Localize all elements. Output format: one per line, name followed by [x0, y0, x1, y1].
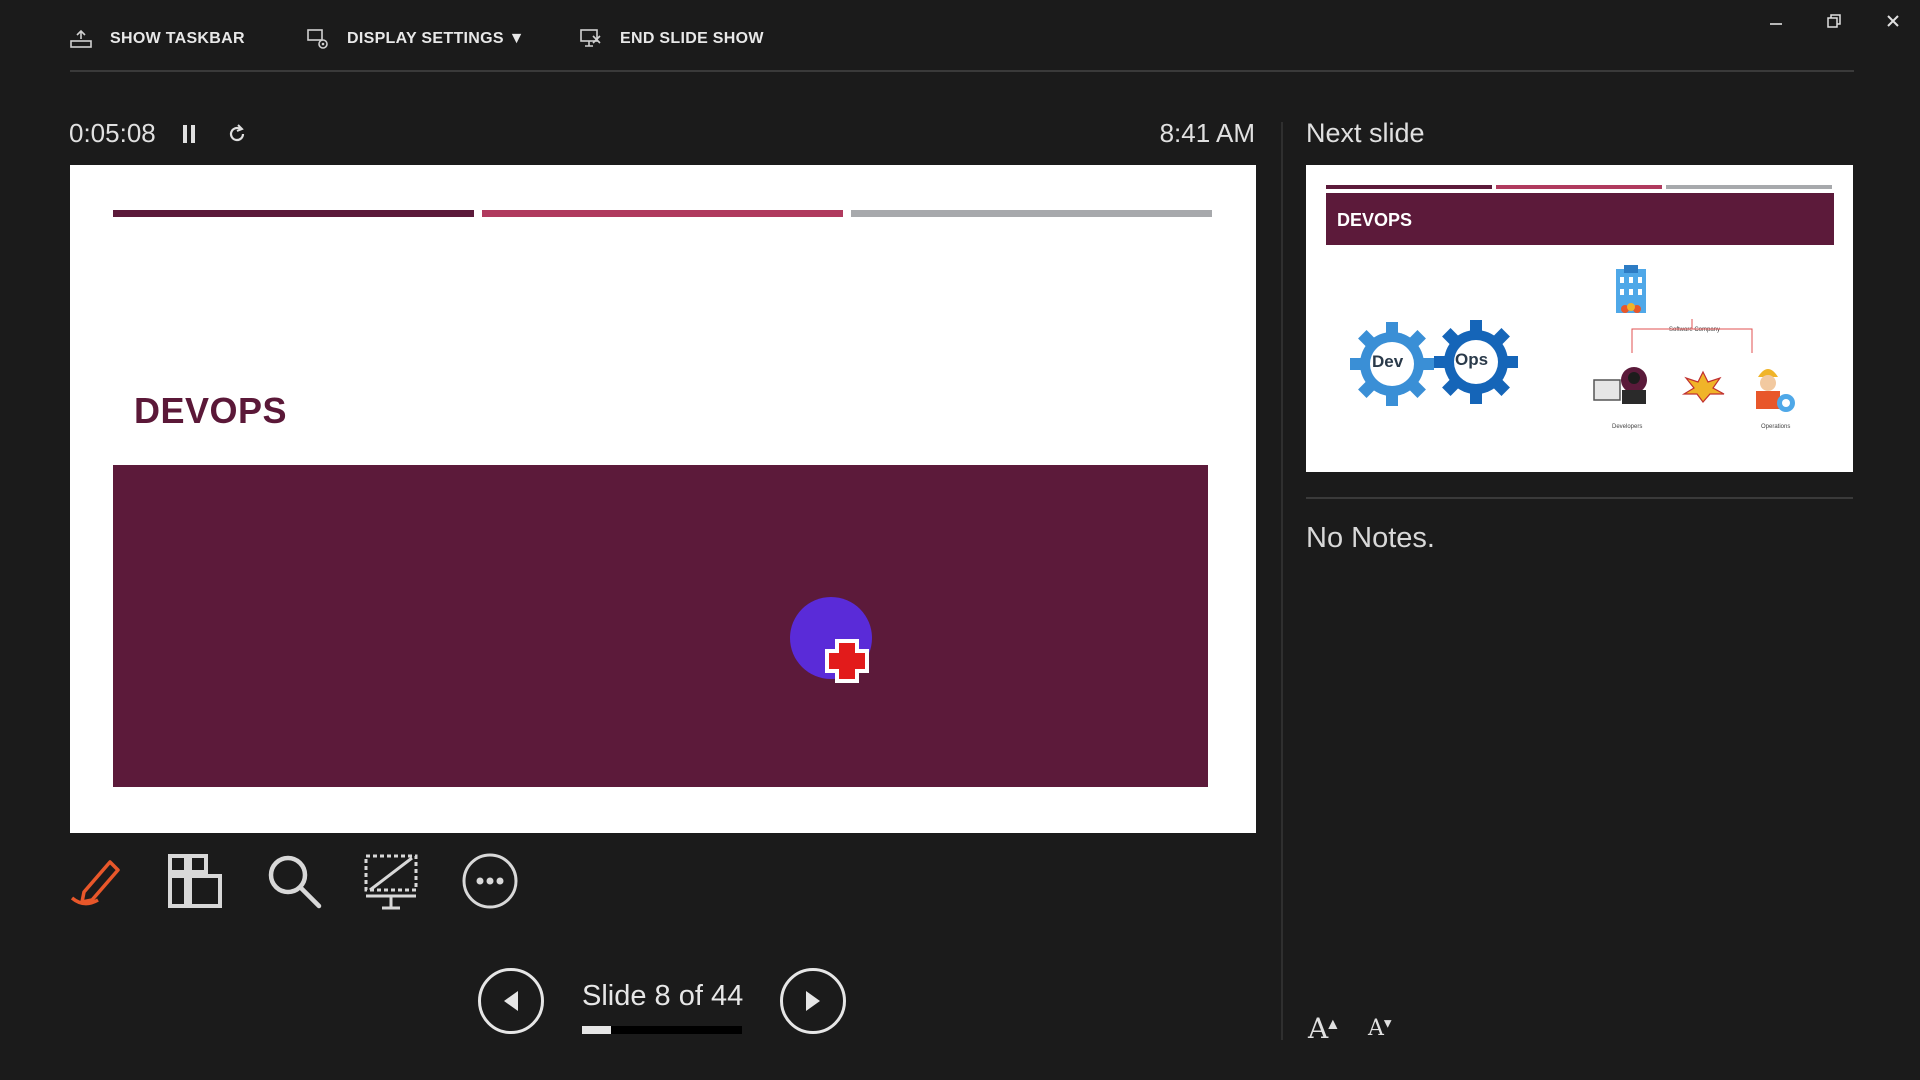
panel-divider [1281, 122, 1283, 1040]
pen-icon[interactable] [68, 852, 126, 910]
next-slide-label: Next slide [1306, 118, 1425, 148]
taskbar-icon [70, 29, 92, 49]
thumb-bar-1 [1326, 185, 1492, 189]
increase-caret-icon: ▲ [1328, 1016, 1338, 1031]
pause-icon[interactable] [178, 121, 200, 147]
show-taskbar-button[interactable]: SHOW TASKBAR [70, 22, 245, 56]
laser-pointer-icon [825, 639, 869, 683]
slide-progress-fill [582, 1026, 611, 1034]
toolbar-divider [70, 70, 1854, 72]
display-settings-icon [307, 28, 329, 50]
see-all-slides-icon[interactable] [166, 852, 224, 910]
display-settings-label: DISPLAY SETTINGS ▼ [347, 30, 525, 47]
current-slide[interactable]: DEVOPS [70, 165, 1256, 833]
speaker-notes: No Notes. [1306, 522, 1435, 554]
clock: 8:41 AM [1159, 118, 1255, 148]
thumb-title: DEVOPS [1337, 210, 1413, 230]
developers-label: Developers [1612, 424, 1643, 430]
black-screen-icon[interactable] [362, 852, 420, 910]
thumb-bar-3 [1666, 185, 1832, 189]
next-arrow-icon [806, 991, 820, 1011]
dev-gear-label: Dev [1372, 352, 1404, 371]
slide-title: DEVOPS [134, 390, 288, 431]
developer-icon [1593, 367, 1647, 404]
thumb-header: DEVOPS [1326, 193, 1834, 245]
next-slide-button[interactable] [780, 968, 846, 1034]
notes-divider [1306, 497, 1853, 499]
header-bar-2 [482, 210, 843, 217]
slide-counter: Slide 8 of 44 [582, 980, 744, 1012]
conflict-icon [1681, 370, 1725, 403]
previous-slide-button[interactable] [478, 968, 544, 1034]
zoom-icon[interactable] [265, 852, 323, 910]
thumb-bar-2 [1496, 185, 1662, 189]
previous-arrow-icon [504, 991, 518, 1011]
elapsed-timer: 0:05:08 [69, 118, 156, 148]
end-show-icon [580, 28, 602, 50]
building-icon [1616, 265, 1646, 313]
org-connector-lines [1631, 319, 1753, 353]
header-bar-1 [113, 210, 474, 217]
slide-progress-bar [582, 1026, 742, 1034]
ops-gear-label: Ops [1455, 350, 1489, 369]
decrease-caret-icon: ▼ [1383, 1018, 1392, 1030]
increase-font-button[interactable]: A▲ [1308, 1012, 1337, 1045]
decrease-font-button[interactable]: A▼ [1368, 1016, 1392, 1041]
decrease-font-label: A [1368, 1016, 1384, 1041]
show-taskbar-label: SHOW TASKBAR [110, 30, 245, 47]
next-slide-thumbnail[interactable]: DEVOPS Dev Ops Software Company Develope… [1306, 165, 1853, 472]
increase-font-label: A [1308, 1012, 1329, 1045]
operations-label: Operations [1761, 424, 1791, 430]
more-options-icon[interactable] [461, 852, 519, 910]
header-bar-3 [851, 210, 1212, 217]
display-settings-button[interactable]: DISPLAY SETTINGS ▼ [307, 22, 525, 56]
operations-engineer-icon [1756, 369, 1795, 412]
restart-timer-icon[interactable] [224, 121, 250, 147]
close-icon[interactable] [1873, 6, 1913, 36]
end-slide-show-label: END SLIDE SHOW [620, 30, 764, 47]
end-slide-show-button[interactable]: END SLIDE SHOW [580, 22, 764, 56]
restore-icon[interactable] [1814, 6, 1854, 36]
minimize-icon[interactable] [1756, 6, 1796, 36]
slide-content-panel [113, 465, 1208, 787]
